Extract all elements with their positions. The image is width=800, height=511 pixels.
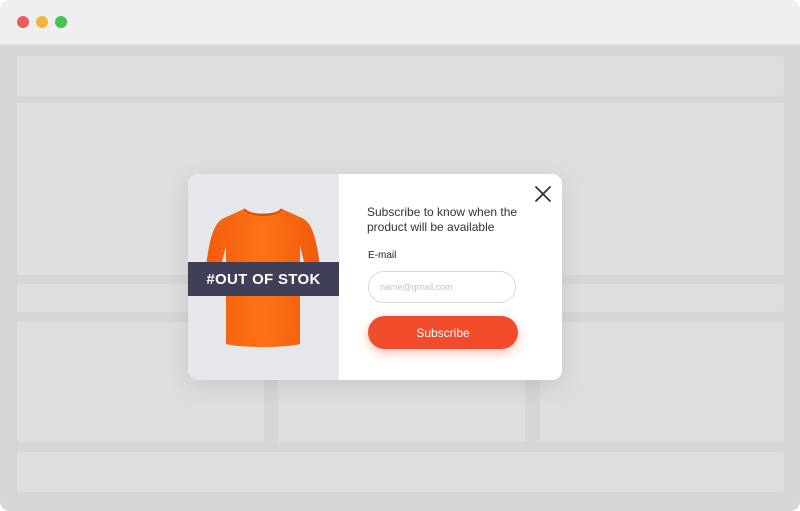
placeholder-strip — [540, 284, 784, 312]
placeholder-header — [17, 56, 784, 96]
browser-window: #OUT OF STOK Subscribe to know when the … — [0, 0, 800, 511]
email-field[interactable] — [368, 271, 516, 303]
placeholder-footer — [17, 452, 784, 492]
popup-headline: Subscribe to know when the product will … — [367, 205, 518, 234]
title-bar — [0, 0, 800, 45]
window-close-button[interactable] — [17, 16, 29, 28]
subscribe-button[interactable]: Subscribe — [368, 316, 518, 349]
product-image-panel: #OUT OF STOK — [188, 174, 339, 380]
email-label: E-mail — [368, 250, 397, 261]
window-minimize-button[interactable] — [36, 16, 48, 28]
close-icon[interactable] — [533, 184, 553, 204]
placeholder-card — [540, 322, 784, 442]
out-of-stock-popup: #OUT OF STOK Subscribe to know when the … — [188, 174, 562, 380]
out-of-stock-ribbon: #OUT OF STOK — [188, 262, 339, 296]
window-maximize-button[interactable] — [55, 16, 67, 28]
